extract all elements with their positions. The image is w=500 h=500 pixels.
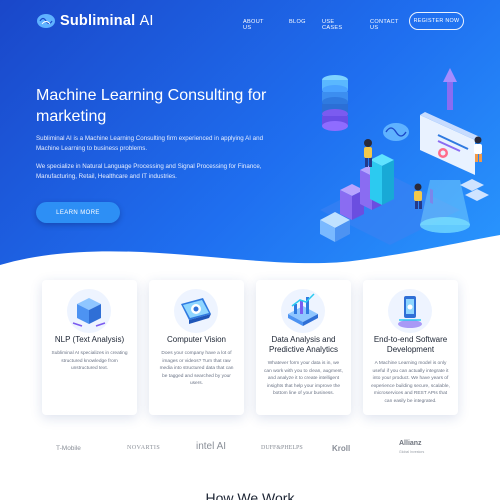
service-card-computer-vision[interactable]: Computer Vision Does your company have a… (149, 280, 244, 415)
service-title: Computer Vision (167, 335, 226, 344)
service-title: NLP (Text Analysis) (54, 335, 125, 344)
software-dev-icon (388, 289, 432, 333)
how-we-work-heading: How We Work (205, 490, 295, 500)
service-description: A Machine Learning model is only useful … (371, 361, 450, 404)
register-now-button[interactable]: REGISTER NOW (409, 12, 464, 30)
nav-use-cases[interactable]: USE CASES (322, 19, 342, 31)
client-logo-allianz-subtitle: Global Investors (399, 450, 425, 454)
brand-logo[interactable]: Subliminal AI (36, 13, 154, 29)
nlp-cube-icon (67, 289, 111, 333)
data-analysis-icon (281, 289, 325, 333)
client-logo-allianz: Allianz (399, 440, 422, 447)
client-logo-tmobile: T-Mobile (56, 445, 81, 452)
nav-blog[interactable]: BLOG (289, 19, 306, 25)
service-description: Subliminal AI specializes in creating st… (51, 351, 128, 372)
service-title: Data Analysis and Predictive Analytics (269, 335, 338, 354)
service-card-data-analysis[interactable]: Data Analysis and Predictive Analytics W… (256, 280, 351, 415)
hero-section: Subliminal AI ABOUT US BLOG USE CASES CO… (0, 0, 500, 300)
client-logos-row: T-Mobile NOVARTIS intel AI DUFF&PHELPS K… (0, 440, 500, 460)
service-description: Does your company have a lot of images o… (159, 351, 234, 387)
server-stack-icon (322, 75, 348, 131)
client-logo-kroll: Kroll (332, 444, 351, 453)
hero-specialty-text: We specialize in Natural Language Proces… (36, 163, 262, 180)
hero-title: Machine Learning Consulting for marketin… (36, 87, 267, 125)
ai-brain-icon (383, 123, 409, 141)
client-logo-intel-ai: intel AI (196, 441, 227, 452)
computer-vision-icon (174, 289, 218, 333)
brain-logo-icon (37, 14, 55, 28)
hero-intro-text: Subliminal AI is a Machine Learning Cons… (36, 135, 264, 152)
client-logo-duff-phelps: DUFF&PHELPS (261, 445, 303, 451)
service-description: Whatever form your data is in, we can wo… (264, 361, 343, 397)
service-card-nlp[interactable]: NLP (Text Analysis) Subliminal AI specia… (42, 280, 137, 415)
client-logo-novartis: NOVARTIS (127, 445, 161, 451)
brand-name: Subliminal AI (60, 13, 154, 29)
learn-more-button[interactable]: LEARN MORE (36, 202, 120, 223)
service-title: End-to-end Software Development (373, 335, 448, 354)
isometric-analytics-illustration (320, 68, 489, 245)
service-card-software-development[interactable]: End-to-end Software Development A Machin… (363, 280, 458, 415)
nav-contact-us[interactable]: CONTACT US (370, 19, 399, 31)
nav-about-us[interactable]: ABOUT US (243, 19, 264, 31)
